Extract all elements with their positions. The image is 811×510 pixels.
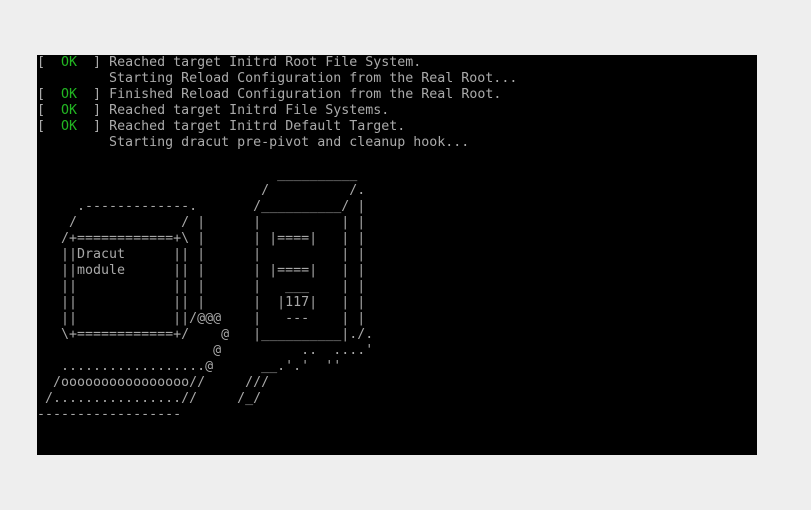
status-open-bracket: [ xyxy=(37,87,62,102)
log-message: Starting Reload Configuration from the R… xyxy=(37,71,518,86)
dracut-ascii-art: __________ / /. .-------------. /_______… xyxy=(37,167,373,423)
art-line: /oooooooooooooooo// /// xyxy=(37,375,270,390)
art-line: ------------------ xyxy=(37,407,182,422)
art-line: || || | | ___ | | xyxy=(37,279,366,294)
boot-log: [ OK ] Reached target Initrd Root File S… xyxy=(37,55,517,151)
status-ok: OK xyxy=(61,103,78,118)
log-message: Starting dracut pre-pivot and cleanup ho… xyxy=(37,135,470,150)
log-line: Starting dracut pre-pivot and cleanup ho… xyxy=(37,135,517,151)
status-ok: OK xyxy=(61,55,78,70)
log-message: Finished Reload Configuration from the R… xyxy=(109,87,502,102)
art-line: @ .. ....' xyxy=(37,343,374,358)
status-close-bracket: ] xyxy=(77,55,110,70)
art-line: || || | | |117| | | xyxy=(37,295,366,310)
art-line: __________ xyxy=(37,167,358,182)
art-line: ..................@ __.'.' '' xyxy=(37,359,342,374)
art-line: / /. xyxy=(37,183,366,198)
status-ok: OK xyxy=(61,119,78,134)
log-line: [ OK ] Finished Reload Configuration fro… xyxy=(37,87,517,103)
log-message: Reached target Initrd File Systems. xyxy=(109,103,390,118)
status-open-bracket: [ xyxy=(37,103,62,118)
art-line: .-------------. /__________/ | xyxy=(37,199,366,214)
status-ok: OK xyxy=(61,87,78,102)
art-line: /................// /_/ xyxy=(37,391,262,406)
status-close-bracket: ] xyxy=(77,103,110,118)
status-close-bracket: ] xyxy=(77,87,110,102)
log-line: [ OK ] Reached target Initrd Default Tar… xyxy=(37,119,517,135)
log-line: Starting Reload Configuration from the R… xyxy=(37,71,517,87)
log-line: [ OK ] Reached target Initrd Root File S… xyxy=(37,55,517,71)
art-line: || ||/@@@ | --- | | xyxy=(37,311,366,326)
status-open-bracket: [ xyxy=(37,55,62,70)
log-message: Reached target Initrd Default Target. xyxy=(109,119,406,134)
art-line: ||Dracut || | | | | xyxy=(37,247,366,262)
art-line: /+============+\ | | |====| | | xyxy=(37,231,366,246)
status-open-bracket: [ xyxy=(37,119,62,134)
art-line: ||module || | | |====| | | xyxy=(37,263,366,278)
log-line: [ OK ] Reached target Initrd File System… xyxy=(37,103,517,119)
status-close-bracket: ] xyxy=(77,119,110,134)
log-message: Reached target Initrd Root File System. xyxy=(109,55,422,70)
art-line: \+============+/ @ |__________|./. xyxy=(37,327,374,342)
boot-console: [ OK ] Reached target Initrd Root File S… xyxy=(37,55,757,455)
art-line: / / | | | | xyxy=(37,215,366,230)
